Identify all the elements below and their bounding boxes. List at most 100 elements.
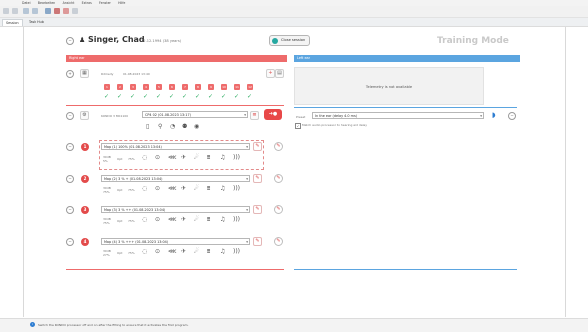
program-3-settings-button[interactable]: ✎ [274,205,283,214]
program-3-select[interactable]: Map (3) 3 % ++ (01.08.2023 13:04) ▾ [101,206,250,213]
match-delay-checkbox[interactable]: ✓ [295,123,301,129]
program-4-settings-button[interactable]: ✎ [274,237,283,246]
close-session-icon [272,37,278,44]
menu-item-view[interactable]: Ansicht [63,1,75,5]
battery-icon[interactable]: ▯ [146,124,149,130]
dynamic-icon[interactable]: ◌ [142,155,147,161]
plane-icon[interactable]: ✈ [181,217,186,223]
transfer-button[interactable]: ➜● [264,109,282,120]
record-icon[interactable]: ◉ [194,124,199,130]
program-4-edit-button[interactable]: ✎ [253,237,262,246]
music-icon[interactable]: ♫ [220,186,225,192]
channel-6[interactable]: 6 [169,84,175,90]
music-icon[interactable]: ♫ [220,217,225,223]
program-1-edit-button[interactable]: ✎ [253,142,262,151]
device-label: KONDO 3 MK1100 [101,114,129,118]
save-icon[interactable] [12,8,18,14]
program-1-select[interactable]: Map (1) 100% (01.08.2023 13:04) ▾ [101,143,250,150]
program-3-edit-button[interactable]: ✎ [253,205,262,214]
noise-icon[interactable]: ☄ [194,155,199,161]
signal-icon[interactable]: ))) [233,249,240,255]
chevron-down-icon: ▾ [246,177,248,181]
channel-2[interactable]: 2 [117,84,123,90]
program-2-edit-button[interactable]: ✎ [253,174,262,183]
status-text: Switch the KONDO processor off and on af… [38,323,189,327]
processor-select[interactable]: In the ear (delay 4.0 ms) ▾ [312,112,484,119]
list-icon[interactable]: ≣ [250,111,259,120]
channel-12[interactable]: 12 [247,84,253,90]
right-divider [66,105,284,106]
location-icon[interactable]: ⚲ [158,124,162,130]
speech-icon[interactable]: ⩩ [207,217,210,223]
close-session-button[interactable]: Close session [269,35,311,46]
record-icon[interactable] [54,8,60,14]
program-1-settings-button[interactable]: ✎ [274,142,283,151]
grid-view-button[interactable]: ▤ [275,69,284,78]
program-3-expand-button[interactable]: − [66,206,74,214]
channel-8[interactable]: 8 [195,84,201,90]
dynamic-icon[interactable]: ◌ [142,249,147,255]
program-4-expand-button[interactable]: − [66,238,74,246]
speech-icon[interactable]: ⩩ [207,155,210,161]
channel-11[interactable]: 11 [234,84,240,90]
focus-icon[interactable]: ⊙ [155,217,160,223]
device-expand-button[interactable]: − [66,112,74,120]
patients-icon[interactable] [45,8,51,14]
focus-icon[interactable]: ⊙ [155,186,160,192]
plane-icon[interactable]: ✈ [181,249,186,255]
menu-item-window[interactable]: Fenster [99,1,111,5]
dynamic-icon[interactable]: ◌ [142,217,147,223]
program-2-settings-button[interactable]: ✎ [274,174,283,183]
undo-icon[interactable] [23,8,29,14]
channel-9[interactable]: 9 [208,84,214,90]
plane-icon[interactable]: ✈ [181,186,186,192]
chevron-down-icon: ▾ [246,208,248,212]
add-measurement-button[interactable]: + [266,69,275,78]
signal-icon[interactable]: ))) [233,155,240,161]
wind-icon[interactable]: ⋘ [168,217,177,223]
dynamic-icon[interactable]: ◌ [142,186,147,192]
program-4-select[interactable]: Map (4) 3 % +++ (01.08.2023 13:04) ▾ [101,238,250,245]
channel-10[interactable]: 10 [221,84,227,90]
signal-icon[interactable]: ))) [233,217,240,223]
music-icon[interactable]: ♫ [220,249,225,255]
expand-channels-button[interactable]: + [66,70,74,78]
wind-icon[interactable]: ⋘ [168,155,177,161]
channel-3[interactable]: 3 [130,84,136,90]
speech-icon[interactable]: ⩩ [207,186,210,192]
focus-icon[interactable]: ⊙ [155,249,160,255]
menu-item-help[interactable]: Hilfe [118,1,125,5]
channel-7[interactable]: 7 [182,84,188,90]
tab-task-hub[interactable]: Task Hub [26,19,47,25]
noise-icon[interactable]: ☄ [194,217,199,223]
program-1-expand-button[interactable]: − [66,143,74,151]
program-2-select[interactable]: Map (2) 3 % + (01.08.2023 13:04) ▾ [101,175,250,182]
settings-icon[interactable] [72,8,78,14]
music-icon[interactable]: ♫ [220,155,225,161]
volume-icon[interactable]: ◔ [170,124,175,130]
tab-session[interactable]: Session [2,19,23,26]
device-select[interactable]: CP4 02 (01.08.2023 13:17) ▾ [142,111,248,118]
microphone-icon[interactable]: ⚉ [182,124,187,130]
left-expand-button[interactable]: − [508,112,516,120]
channel-1[interactable]: 1 [104,84,110,90]
channel-5[interactable]: 5 [156,84,162,90]
menu-item-file[interactable]: Datei [22,1,31,5]
signal-icon[interactable]: ))) [233,186,240,192]
focus-icon[interactable]: ⊙ [155,155,160,161]
menu-item-tools[interactable]: Extras [82,1,92,5]
new-session-icon[interactable] [3,8,9,14]
alert-icon[interactable] [63,8,69,14]
program-4-stat-bottom: 27% [103,253,110,257]
noise-icon[interactable]: ☄ [194,249,199,255]
collapse-button[interactable]: − [66,37,74,45]
plane-icon[interactable]: ✈ [181,155,186,161]
menu-item-edit[interactable]: Bearbeiten [38,1,56,5]
channel-4[interactable]: 4 [143,84,149,90]
speech-icon[interactable]: ⩩ [207,249,210,255]
wind-icon[interactable]: ⋘ [168,249,177,255]
noise-icon[interactable]: ☄ [194,186,199,192]
program-2-expand-button[interactable]: − [66,175,74,183]
wind-icon[interactable]: ⋘ [168,186,177,192]
redo-icon[interactable] [32,8,38,14]
